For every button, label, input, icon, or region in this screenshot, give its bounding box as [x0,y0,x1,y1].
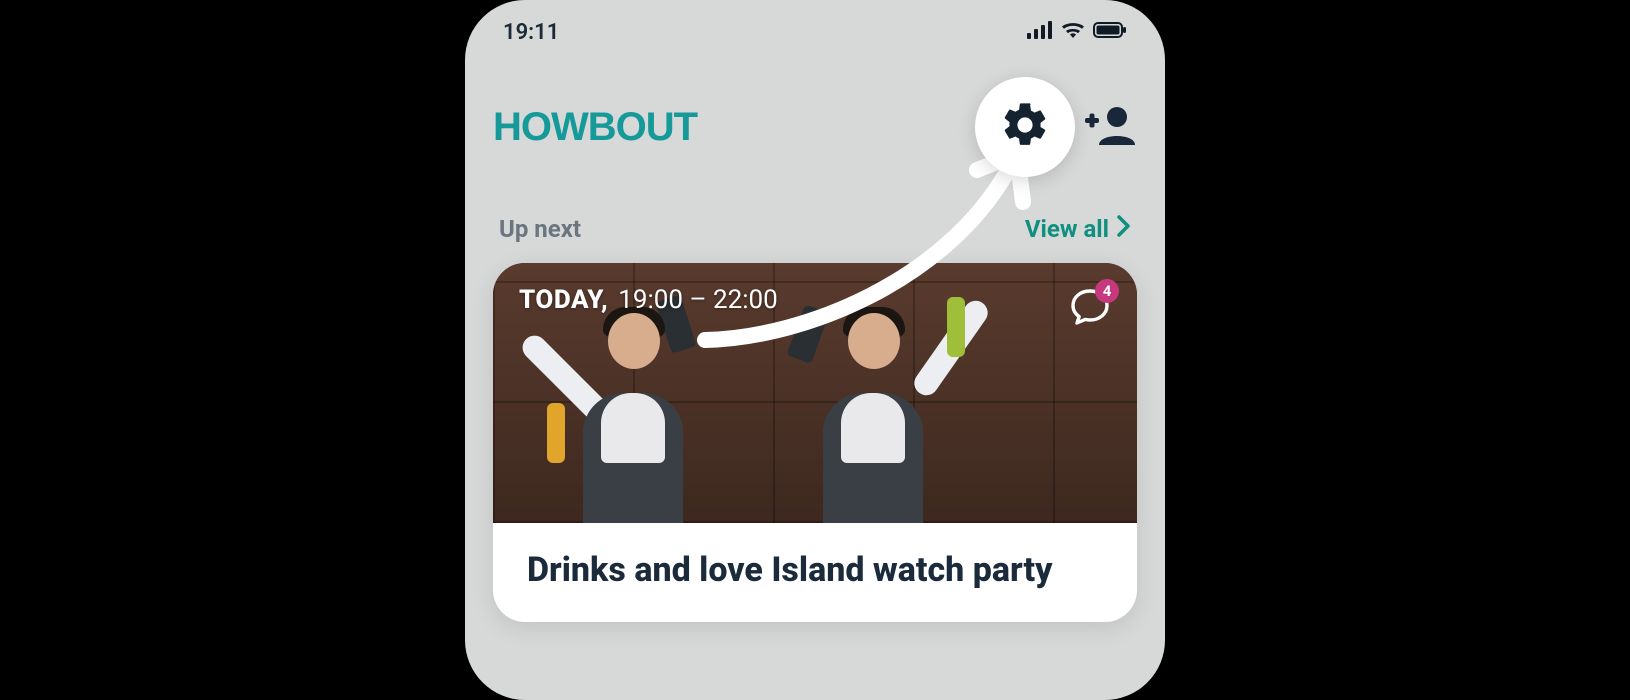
event-image: TODAY, 19:00 – 22:00 4 [493,263,1137,523]
app-header: HOWBOUT [465,53,1165,187]
cellular-icon [1027,20,1053,45]
chat-icon [1069,312,1111,331]
section-header: Up next View all [465,187,1165,257]
settings-button[interactable] [975,77,1075,177]
gear-icon [999,99,1051,155]
wifi-icon [1061,20,1085,45]
status-time: 19:11 [503,20,559,45]
view-all-link[interactable]: View all [1025,215,1131,243]
event-day: TODAY, [519,285,608,315]
battery-icon [1093,20,1127,45]
chevron-right-icon [1117,215,1131,243]
up-next-label: Up next [499,215,581,243]
event-time-range: 19:00 – 22:00 [618,285,777,315]
event-title: Drinks and love Island watch party [493,523,1137,622]
app-logo: HOWBOUT [493,105,697,150]
add-friend-button[interactable] [1085,105,1137,149]
event-chat-button[interactable]: 4 [1069,285,1111,327]
status-bar: 19:11 [465,0,1165,53]
chat-badge: 4 [1095,279,1119,303]
event-time: TODAY, 19:00 – 22:00 [519,285,778,315]
view-all-label: View all [1025,215,1109,243]
event-card[interactable]: TODAY, 19:00 – 22:00 4 Drinks and love I… [493,263,1137,622]
add-person-icon [1085,130,1137,149]
header-actions [975,77,1137,177]
phone-frame: 19:11 [465,0,1165,700]
status-indicators [1027,20,1127,45]
